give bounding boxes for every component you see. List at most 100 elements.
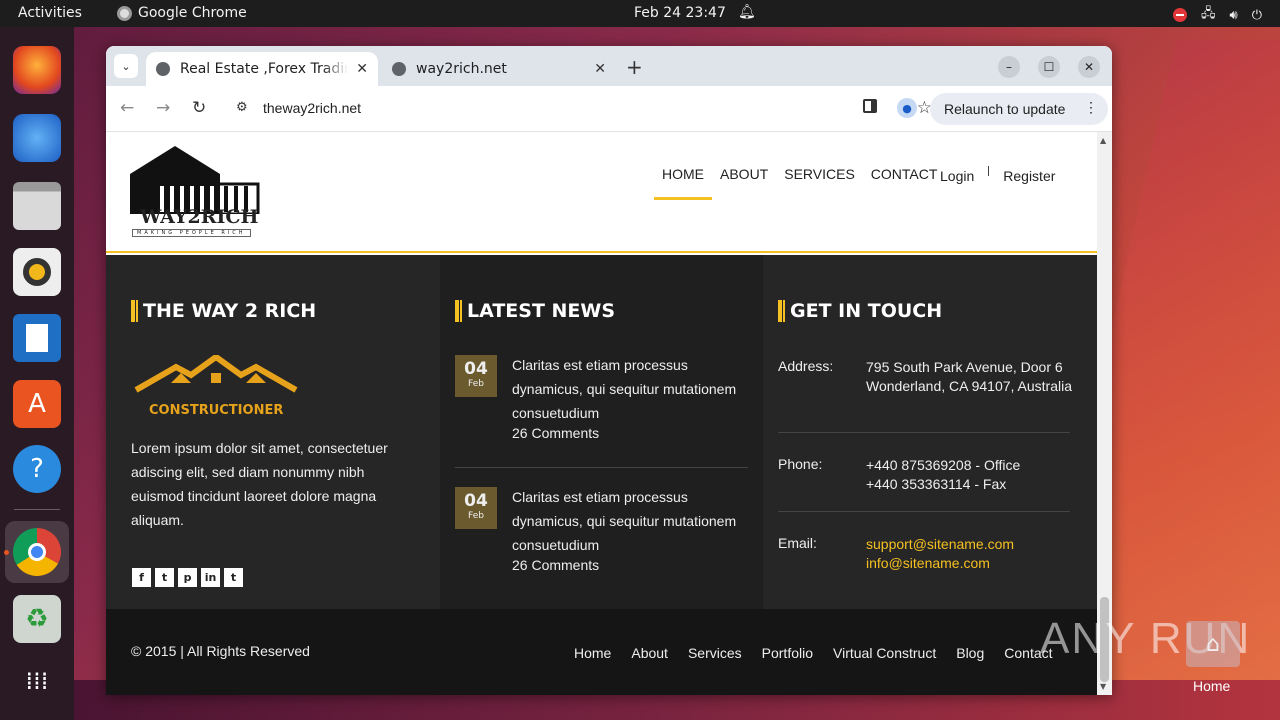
- about-text: Lorem ipsum dolor sit amet, consectetuer…: [131, 440, 388, 528]
- close-tab-icon[interactable]: ✕: [356, 61, 368, 77]
- address-value: 795 South Park Avenue, Door 6 Wonderland…: [866, 359, 1072, 394]
- firefox-icon[interactable]: [13, 46, 61, 94]
- page-scrollbar[interactable]: ▲ ▼: [1097, 132, 1112, 695]
- news-comments[interactable]: 26 Comments: [512, 425, 599, 441]
- home-folder-icon[interactable]: ⌂: [1186, 621, 1240, 667]
- footer-link-blog[interactable]: Blog: [946, 645, 994, 661]
- clock[interactable]: Feb 24 23:47: [634, 5, 726, 21]
- nav-contact[interactable]: CONTACT: [863, 166, 946, 200]
- footer-link-home[interactable]: Home: [564, 645, 621, 661]
- footer-about-column: THE WAY 2 RICH CONSTRUCTIONER Lorem ipsu…: [106, 255, 440, 609]
- tab-real-estate[interactable]: Real Estate ,Forex Trading ✕: [146, 52, 378, 86]
- facebook-icon[interactable]: f: [132, 568, 151, 587]
- network-icon: 🖧︎: [1201, 6, 1216, 21]
- files-icon[interactable]: [13, 182, 61, 230]
- divider: [988, 166, 990, 176]
- email-support-link[interactable]: support@sitename.com: [866, 535, 1076, 554]
- nav-services[interactable]: SERVICES: [776, 166, 863, 200]
- forward-button[interactable]: →: [156, 98, 170, 118]
- footer-main: THE WAY 2 RICH CONSTRUCTIONER Lorem ipsu…: [106, 255, 1097, 609]
- phone-fax: +440 353363114 - Fax: [866, 476, 1007, 492]
- address-bar[interactable]: ⚙ theway2rich.net ☆: [224, 92, 946, 126]
- contact-divider: [778, 511, 1070, 512]
- scroll-up-icon[interactable]: ▲: [1100, 136, 1106, 145]
- tab-search-button[interactable]: ⌄: [114, 54, 138, 78]
- back-button[interactable]: ←: [120, 98, 134, 118]
- chrome-icon[interactable]: [13, 528, 61, 576]
- nav-about[interactable]: ABOUT: [712, 166, 776, 200]
- globe-icon: [156, 62, 170, 76]
- close-tab-icon[interactable]: ✕: [594, 61, 606, 77]
- profile-icon[interactable]: ●: [897, 98, 917, 118]
- news-day: 04: [464, 359, 488, 379]
- url-text: theway2rich.net: [263, 100, 362, 116]
- app-menu[interactable]: Google Chrome: [117, 5, 247, 21]
- logo-tagline: MAKING PEOPLE RICH: [132, 229, 251, 237]
- relaunch-button[interactable]: Relaunch to update ⋮: [930, 93, 1108, 125]
- scroll-down-icon[interactable]: ▼: [1100, 682, 1106, 691]
- web-page: WAY2RICH MAKING PEOPLE RICH HOME ABOUT S…: [106, 132, 1097, 695]
- email-info-link[interactable]: info@sitename.com: [866, 554, 1076, 573]
- minimize-button[interactable]: –: [998, 56, 1020, 78]
- side-panel-icon[interactable]: [863, 99, 877, 113]
- copyright: © 2015 | All Rights Reserved: [131, 643, 310, 659]
- writer-icon[interactable]: [13, 314, 61, 362]
- linkedin-icon[interactable]: in: [201, 568, 220, 587]
- power-icon: ⏻: [1251, 7, 1262, 23]
- main-nav: HOME ABOUT SERVICES CONTACT: [654, 166, 945, 200]
- column-title: LATEST NEWS: [455, 300, 615, 322]
- tab-way2rich[interactable]: way2rich.net ✕: [382, 52, 616, 86]
- activities-button[interactable]: Activities: [18, 5, 82, 21]
- footer-link-portfolio[interactable]: Portfolio: [752, 645, 823, 661]
- news-month: Feb: [468, 511, 484, 521]
- thunderbird-icon[interactable]: [13, 114, 61, 162]
- do-not-disturb-icon: [1173, 8, 1187, 22]
- footer-link-about[interactable]: About: [621, 645, 678, 661]
- relaunch-label: Relaunch to update: [944, 101, 1066, 117]
- contact-divider: [778, 432, 1070, 433]
- close-window-button[interactable]: ✕: [1078, 56, 1100, 78]
- pinterest-icon[interactable]: p: [178, 568, 197, 587]
- news-day: 04: [464, 491, 488, 511]
- column-title: THE WAY 2 RICH: [131, 300, 316, 322]
- nav-home[interactable]: HOME: [654, 166, 712, 200]
- footer-link-services[interactable]: Services: [678, 645, 752, 661]
- volume-icon: 🔊︎: [1229, 7, 1238, 23]
- maximize-button[interactable]: ☐: [1038, 56, 1060, 78]
- news-text[interactable]: Claritas est etiam processus dynamicus, …: [512, 485, 748, 557]
- home-folder-label[interactable]: Home: [1193, 678, 1230, 694]
- register-link[interactable]: Register: [1003, 168, 1055, 184]
- phone-label: Phone:: [778, 456, 823, 472]
- system-tray[interactable]: 🖧︎ 🔊︎ ⏻: [1173, 4, 1262, 26]
- column-title: GET IN TOUCH: [778, 300, 942, 322]
- logo-building-icon: [130, 146, 260, 216]
- tab-title: Real Estate ,Forex Trading: [180, 61, 349, 77]
- dock: A ? ♻ ⁞⁞⁞: [0, 27, 74, 720]
- footer-bottom: © 2015 | All Rights Reserved Home About …: [106, 609, 1097, 695]
- site-header: WAY2RICH MAKING PEOPLE RICH HOME ABOUT S…: [106, 132, 1097, 253]
- logo-text: WAY2RICH: [140, 206, 259, 228]
- news-comments[interactable]: 26 Comments: [512, 557, 599, 573]
- help-icon[interactable]: ?: [13, 445, 61, 493]
- trash-icon[interactable]: ♻: [13, 595, 61, 643]
- tab-title: way2rich.net: [416, 61, 507, 77]
- constructioner-name: CONSTRUCTIONER: [149, 403, 284, 418]
- tumblr-icon[interactable]: t: [224, 568, 243, 587]
- login-link[interactable]: Login: [940, 168, 974, 184]
- twitter-icon[interactable]: t: [155, 568, 174, 587]
- top-bar: Activities Google Chrome Feb 24 23:47 🔔︎…: [0, 0, 1280, 27]
- new-tab-button[interactable]: +: [626, 55, 643, 79]
- bell-icon: 🔔︎: [738, 4, 756, 20]
- news-text[interactable]: Claritas est etiam processus dynamicus, …: [512, 353, 748, 425]
- footer-contact-column: GET IN TOUCH Address: 795 South Park Ave…: [763, 255, 1097, 609]
- site-logo[interactable]: WAY2RICH MAKING PEOPLE RICH: [130, 144, 260, 239]
- rhythmbox-icon[interactable]: [13, 248, 61, 296]
- apps-grid-icon[interactable]: ⁞⁞⁞: [13, 657, 61, 705]
- reload-button[interactable]: ↻: [192, 98, 206, 118]
- news-date-badge: 04 Feb: [455, 355, 497, 397]
- app-center-icon[interactable]: A: [13, 380, 61, 428]
- menu-dots-icon: ⋮: [1084, 99, 1098, 115]
- browser-toolbar: ← → ↻ ⚙ theway2rich.net ☆ ● Relaunch to …: [106, 86, 1112, 132]
- site-info-icon[interactable]: ⚙: [236, 100, 248, 115]
- footer-link-virtual-construct[interactable]: Virtual Construct: [823, 645, 946, 661]
